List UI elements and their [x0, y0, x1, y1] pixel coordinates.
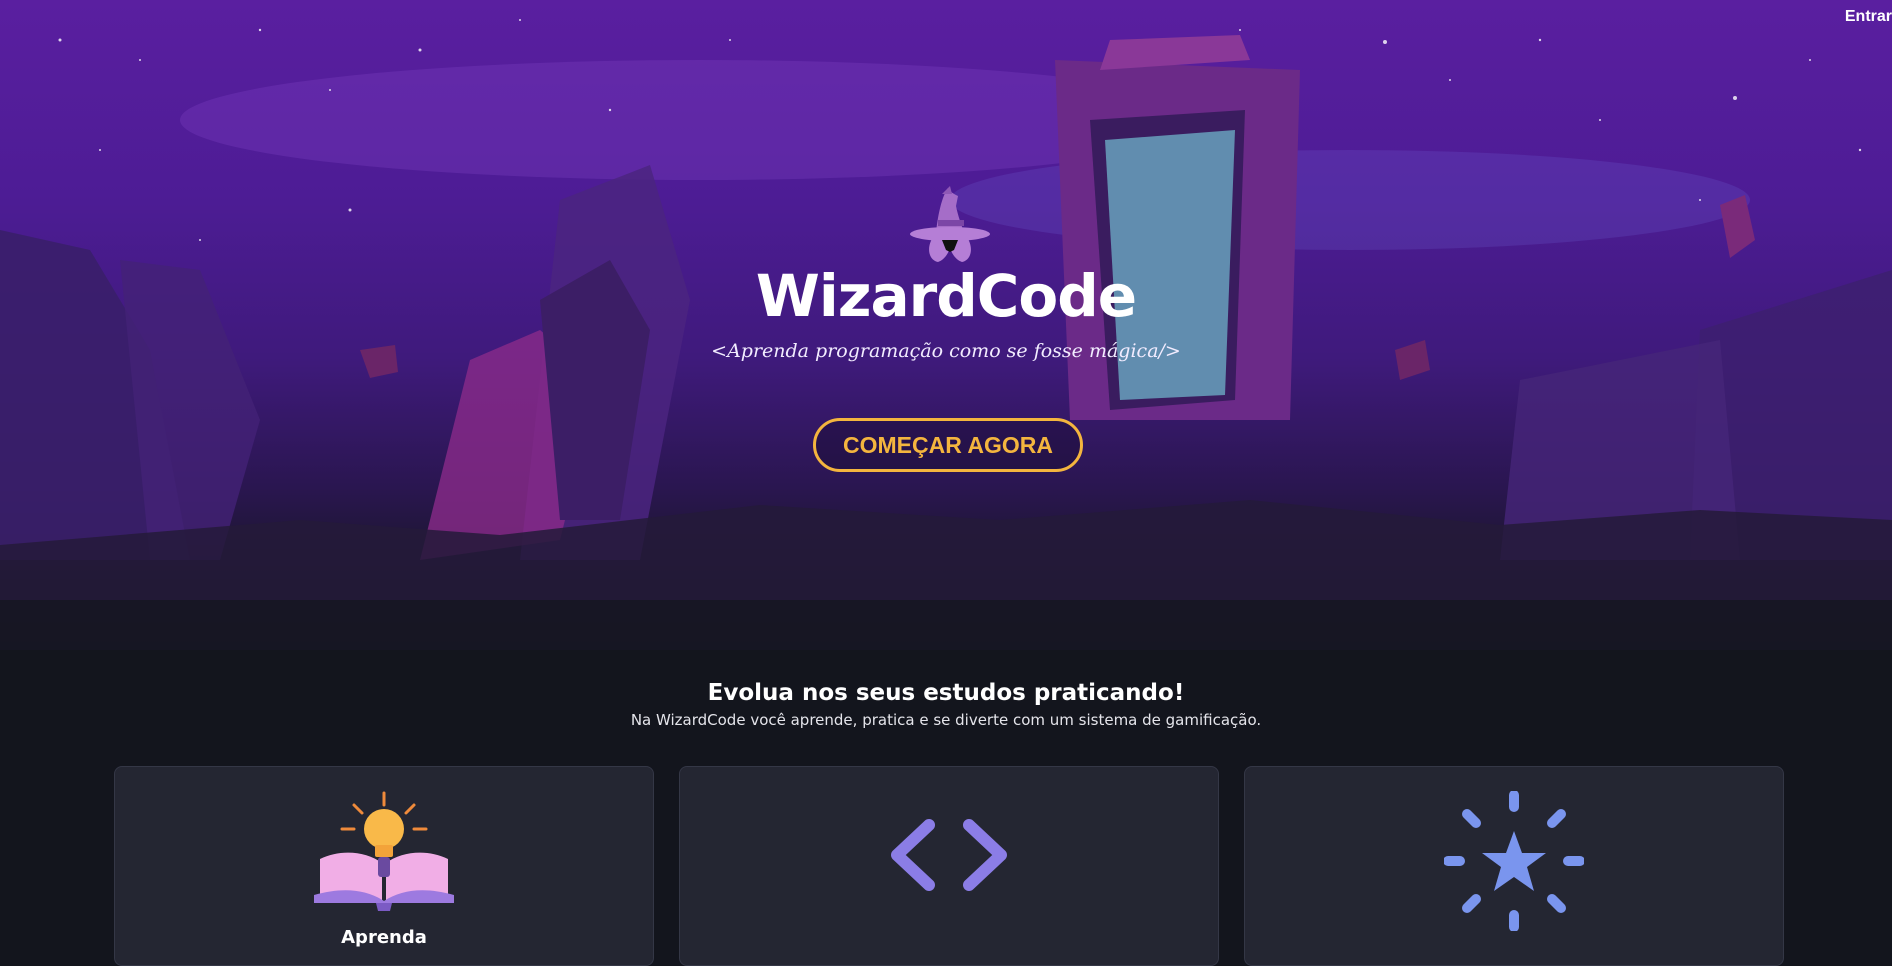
code-brackets-icon [891, 819, 1007, 891]
feature-card-gamification [1244, 766, 1784, 966]
section-title: Evolua nos seus estudos praticando! [707, 680, 1185, 706]
card-title: Aprenda [341, 927, 427, 948]
feature-card-learn: Aprenda [114, 766, 654, 966]
brand-title: WizardCode [755, 262, 1137, 330]
section-subtitle: Na WizardCode você aprende, pratica e se… [630, 711, 1262, 729]
wizard-hat-logo-icon [910, 186, 990, 262]
hero-banner: Entrar WizardCode <Aprenda programação c… [0, 0, 1892, 650]
book-lightbulb-icon [314, 791, 454, 911]
star-burst-icon [1444, 791, 1584, 931]
feature-card-practice [679, 766, 1219, 966]
login-link[interactable]: Entrar [1845, 8, 1892, 26]
start-now-button[interactable]: COMEÇAR AGORA [813, 418, 1083, 472]
hero-tagline: <Aprenda programação como se fosse mágic… [711, 340, 1181, 362]
